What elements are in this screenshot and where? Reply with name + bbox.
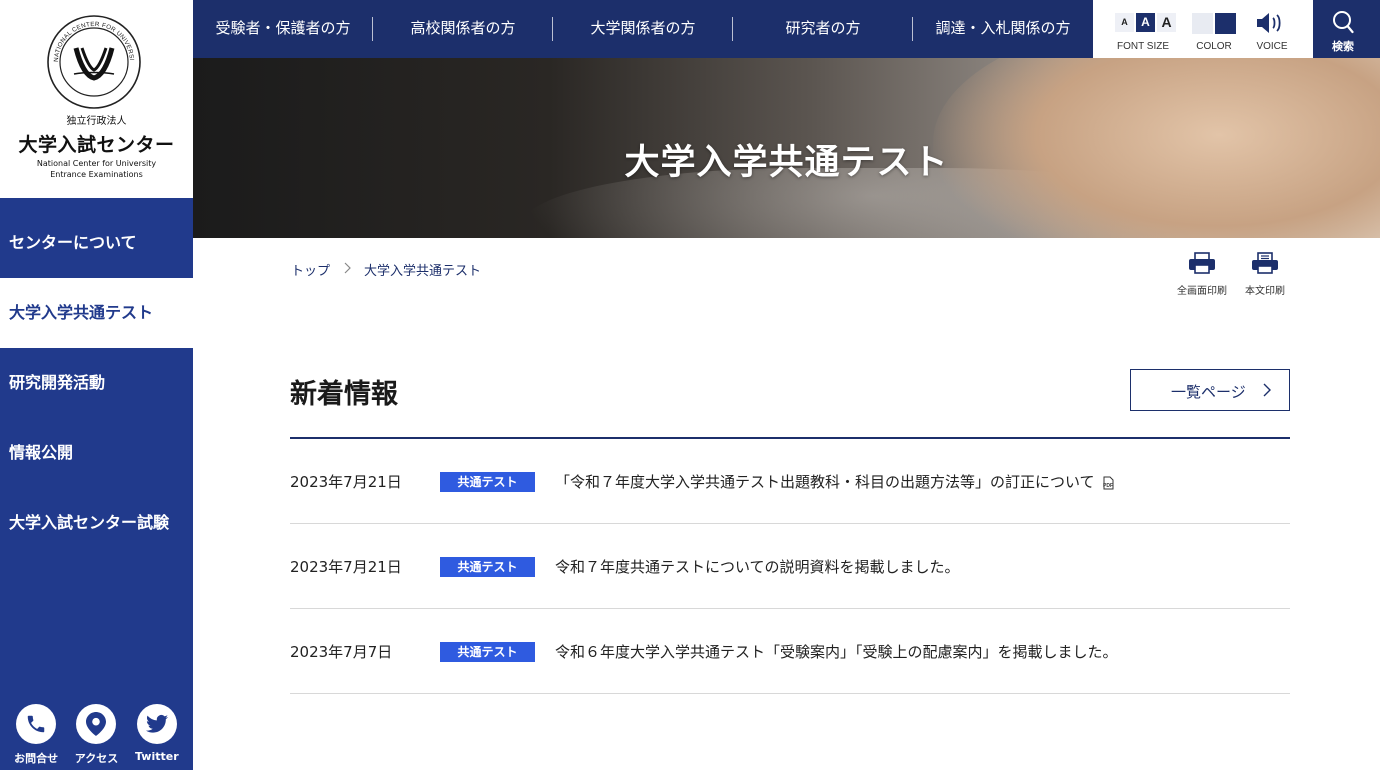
breadcrumb-home-link[interactable]: トップ (291, 260, 330, 279)
sidebar-item-disclosure[interactable]: 情報公開 (0, 418, 193, 488)
breadcrumb-current: 大学入学共通テスト (364, 264, 482, 279)
top-nav-procurement[interactable]: 調達・入札関係の方 (913, 0, 1093, 58)
breadcrumb: トップ 大学入学共通テスト (291, 260, 481, 279)
printer-icon (1189, 252, 1215, 274)
print-full-label: 全画面印刷 (1177, 286, 1227, 297)
voice-button[interactable]: VOICE (1249, 0, 1295, 58)
font-size-control: A A A FONT SIZE (1107, 0, 1179, 58)
twitter-label: Twitter (134, 750, 179, 763)
sidebar-shortcuts: お問合せ アクセス Twitter (0, 704, 193, 766)
news-more-label: 一覧ページ (1171, 383, 1246, 401)
print-body-button[interactable]: 本文印刷 (1235, 252, 1295, 297)
top-nav-researchers[interactable]: 研究者の方 (733, 0, 913, 58)
news-heading: 新着情報 (290, 379, 398, 410)
color-light-swatch[interactable] (1192, 13, 1213, 34)
accessibility-tools: A A A FONT SIZE COLOR VOICE (1093, 0, 1313, 58)
phone-icon (16, 704, 57, 744)
news-date: 2023年7月21日 (290, 558, 402, 576)
search-label: 検索 (1332, 40, 1354, 53)
voice-label: VOICE (1256, 41, 1288, 52)
news-item[interactable]: 2023年7月7日 共通テスト 令和６年度大学入学共通テスト「受験案内」「受験上… (290, 609, 1290, 694)
printer-body-icon (1252, 252, 1278, 274)
font-size-small-button[interactable]: A (1115, 13, 1134, 32)
top-nav-examinees[interactable]: 受験者・保護者の方 (193, 0, 373, 58)
news-link-text: 「令和７年度大学入学共通テスト出題教科・科目の出題方法等」の訂正について (555, 473, 1095, 491)
speaker-icon (1257, 13, 1281, 33)
breadcrumb-chevron-icon (344, 262, 352, 278)
logo-subtitle: 独立行政法人 (66, 116, 127, 127)
print-full-page-button[interactable]: 全画面印刷 (1172, 252, 1232, 297)
chevron-right-icon (1263, 382, 1271, 402)
sidebar-item-common-test[interactable]: 大学入学共通テスト (0, 278, 193, 348)
news-date: 2023年7月7日 (290, 643, 393, 661)
sidebar-item-about[interactable]: センターについて (0, 198, 193, 278)
logo-name: 大学入試センター (18, 134, 175, 156)
news-list-page-button[interactable]: 一覧ページ (1130, 369, 1290, 411)
news-category-badge: 共通テスト (440, 557, 535, 577)
sidebar-item-research[interactable]: 研究開発活動 (0, 348, 193, 418)
news-link[interactable]: 令和６年度大学入学共通テスト「受験案内」「受験上の配慮案内」を掲載しました。 (555, 641, 1118, 662)
news-list: 2023年7月21日 共通テスト 「令和７年度大学入学共通テスト出題教科・科目の… (290, 439, 1290, 694)
pdf-icon: PDF (1103, 476, 1114, 489)
logo-english-name: National Center for University Entrance … (0, 158, 193, 180)
svg-text:PDF: PDF (1103, 483, 1113, 489)
logo-english-line1: National Center for University (36, 159, 157, 168)
news-link[interactable]: 令和７年度共通テストについての説明資料を掲載しました。 (555, 556, 960, 577)
side-nav: センターについて 大学入学共通テスト 研究開発活動 情報公開 大学入試センター試… (0, 198, 193, 558)
logo-english-line2: Entrance Examinations (50, 170, 143, 179)
search-icon (1333, 11, 1354, 34)
seal-logo-icon: NATIONAL CENTER FOR UNIVERSITY ENTRANCE … (46, 14, 141, 109)
top-nav-university[interactable]: 大学関係者の方 (553, 0, 733, 58)
font-size-label: FONT SIZE (1116, 41, 1170, 52)
sidebar: NATIONAL CENTER FOR UNIVERSITY ENTRANCE … (0, 0, 193, 770)
top-bar: 受験者・保護者の方 高校関係者の方 大学関係者の方 研究者の方 調達・入札関係の… (193, 0, 1380, 58)
news-item[interactable]: 2023年7月21日 共通テスト 「令和７年度大学入学共通テスト出題教科・科目の… (290, 439, 1290, 524)
sidebar-item-center-exam[interactable]: 大学入試センター試験 (0, 488, 193, 558)
hero-banner: 大学入学共通テスト (193, 58, 1380, 238)
color-dark-swatch[interactable] (1215, 13, 1236, 34)
twitter-link[interactable]: Twitter (131, 704, 183, 766)
print-body-label: 本文印刷 (1245, 286, 1285, 297)
news-category-badge: 共通テスト (440, 642, 535, 662)
site-logo[interactable]: NATIONAL CENTER FOR UNIVERSITY ENTRANCE … (0, 0, 193, 198)
twitter-icon (136, 704, 177, 744)
contact-link[interactable]: お問合せ (10, 704, 62, 766)
color-control: COLOR (1189, 0, 1239, 58)
access-link[interactable]: アクセス (70, 704, 122, 766)
audience-nav: 受験者・保護者の方 高校関係者の方 大学関係者の方 研究者の方 調達・入札関係の… (193, 0, 1093, 58)
top-nav-high-school[interactable]: 高校関係者の方 (373, 0, 553, 58)
news-date: 2023年7月21日 (290, 473, 402, 491)
font-size-large-button[interactable]: A (1157, 13, 1176, 32)
page-title: 大学入学共通テスト (624, 143, 949, 183)
search-button[interactable]: 検索 (1314, 0, 1372, 58)
access-label: アクセス (74, 752, 119, 765)
color-label: COLOR (1196, 41, 1232, 52)
contact-label: お問合せ (14, 752, 59, 765)
font-size-medium-button[interactable]: A (1136, 13, 1155, 32)
news-link[interactable]: 「令和７年度大学入学共通テスト出題教科・科目の出題方法等」の訂正について PDF (555, 471, 1115, 492)
news-item[interactable]: 2023年7月21日 共通テスト 令和７年度共通テストについての説明資料を掲載し… (290, 524, 1290, 609)
map-pin-icon (76, 704, 117, 744)
news-category-badge: 共通テスト (440, 472, 535, 492)
